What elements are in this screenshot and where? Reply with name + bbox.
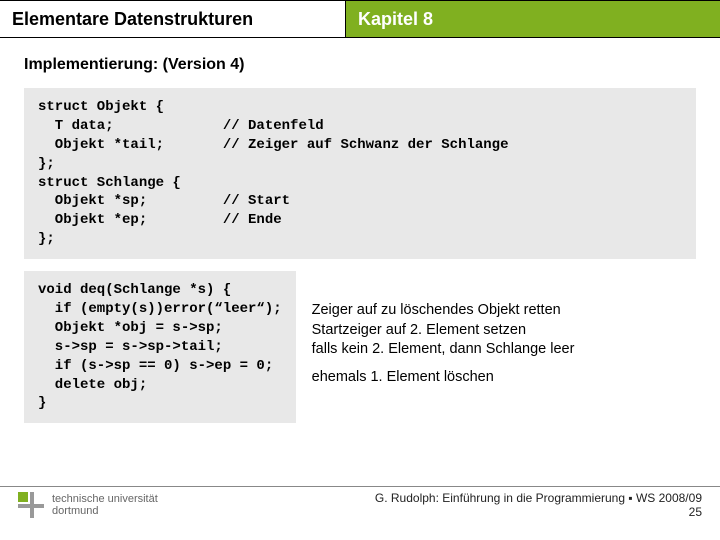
page-number: 25	[375, 505, 702, 519]
code-block-structs: struct Objekt { T data; // Datenfeld Obj…	[24, 88, 696, 259]
header-title-right: Kapitel 8	[345, 1, 720, 37]
credit-line: G. Rudolph: Einführung in die Programmie…	[375, 491, 702, 505]
slide-header: Elementare Datenstrukturen Kapitel 8	[0, 0, 720, 38]
note-line-1: Zeiger auf zu löschendes Objekt retten	[312, 301, 575, 321]
slide-content: Implementierung: (Version 4) struct Obje…	[0, 38, 720, 423]
note-line-4: ehemals 1. Element löschen	[312, 368, 575, 388]
tu-logo-icon	[18, 492, 44, 518]
row-deq: void deq(Schlange *s) { if (empty(s))err…	[24, 271, 696, 423]
uni-name-2: dortmund	[52, 505, 158, 517]
logo-text: technische universität dortmund	[52, 493, 158, 517]
note-line-2: Startzeiger auf 2. Element setzen	[312, 321, 575, 341]
annotation-notes: Zeiger auf zu löschendes Objekt retten S…	[312, 271, 575, 387]
uni-name-1: technische universität	[52, 493, 158, 505]
footer-divider	[0, 486, 720, 487]
university-logo: technische universität dortmund	[18, 492, 158, 518]
note-line-3: falls kein 2. Element, dann Schlange lee…	[312, 340, 575, 360]
slide-footer: technische universität dortmund G. Rudol…	[0, 486, 720, 530]
credit-block: G. Rudolph: Einführung in die Programmie…	[375, 491, 702, 519]
code-block-deq: void deq(Schlange *s) { if (empty(s))err…	[24, 271, 296, 423]
header-title-left: Elementare Datenstrukturen	[0, 1, 345, 37]
subtitle: Implementierung: (Version 4)	[24, 56, 696, 74]
